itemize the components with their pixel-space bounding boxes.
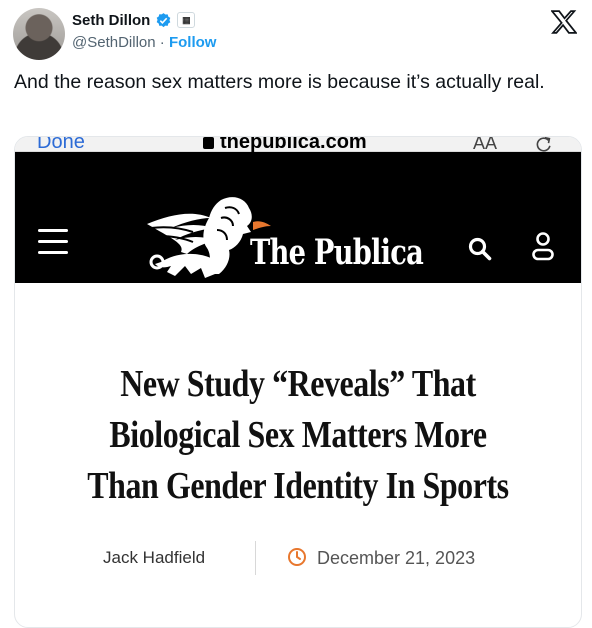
article-date: December 21, 2023: [317, 548, 476, 568]
handle-row: @SethDillon · Follow: [72, 34, 216, 51]
clock-icon: [288, 548, 306, 566]
tweet-media-image[interactable]: Done thepublica.com AA The Publica New S…: [14, 136, 582, 628]
search-icon: [468, 237, 492, 261]
follow-button[interactable]: Follow: [169, 34, 217, 51]
reload-icon: [536, 137, 551, 152]
author-avatar[interactable]: [13, 8, 65, 60]
lock-icon: [203, 137, 214, 149]
hamburger-menu-icon: [38, 229, 68, 254]
site-logo-text: The Publica: [250, 232, 424, 273]
verified-badge-icon: [157, 12, 171, 27]
article-author: Jack Hadfield: [103, 548, 206, 567]
separator-dot: ·: [159, 34, 165, 51]
x-logo-icon[interactable]: [551, 10, 577, 34]
author-name[interactable]: Seth Dillon: [72, 12, 150, 29]
browser-toolbar: Done thepublica.com AA: [15, 137, 581, 153]
byline-divider: [255, 541, 256, 575]
article-headline: New Study “Reveals” That Biological Sex …: [87, 363, 509, 507]
user-icon: [532, 232, 554, 261]
author-handle[interactable]: @SethDillon: [72, 34, 156, 51]
article-byline: Jack Hadfield December 21, 2023: [15, 541, 581, 583]
site-masthead: The Publica: [15, 152, 581, 283]
affiliate-badge-icon[interactable]: ▦: [177, 12, 196, 28]
author-name-row: Seth Dillon ▦: [72, 10, 196, 30]
tweet-text: And the reason sex matters more is becau…: [14, 71, 545, 93]
